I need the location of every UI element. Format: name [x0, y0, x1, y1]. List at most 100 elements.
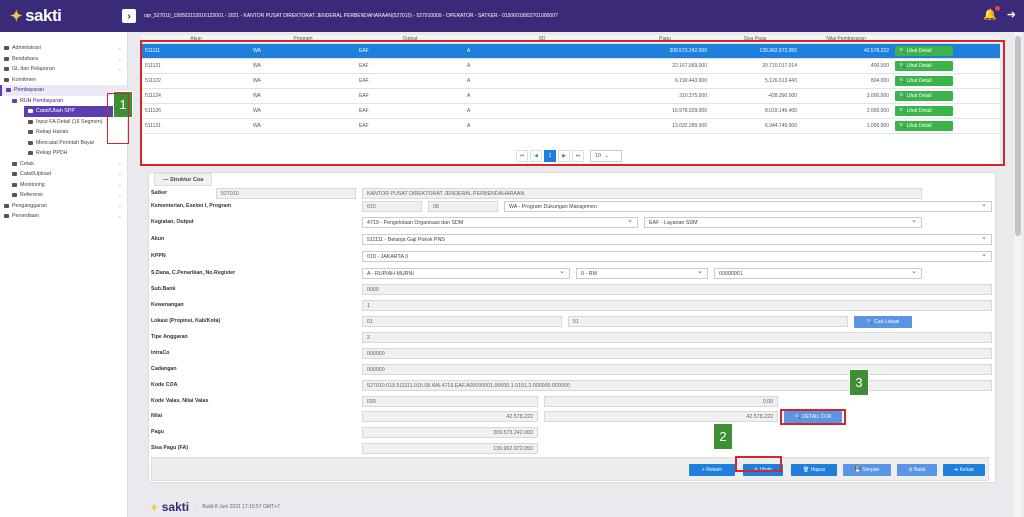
sisa-pagu-label: Sisa Pagu (FA) [151, 445, 189, 451]
bell-icon[interactable]: 🔔 [983, 6, 1000, 21]
rekam-button[interactable]: + Rekam [689, 464, 735, 476]
kegiatan-select[interactable]: 4719 - Pengelolaan Organisasi dan SDM [362, 217, 638, 228]
annotation-badge-2: 2 [713, 423, 733, 450]
search-icon: 🔍 [866, 319, 873, 325]
pagu-field[interactable]: 309.573.242.000 [362, 427, 538, 438]
subbank-field[interactable]: 0000 [362, 284, 992, 295]
footer-logo-text: sakti [161, 500, 190, 514]
vertical-scrollbar[interactable] [1014, 32, 1022, 517]
folder-icon [4, 77, 9, 82]
sidebar-item-cetak[interactable]: Cetak ⌄ [0, 159, 127, 170]
chevron-down-icon: ⌄ [117, 181, 122, 188]
cancel-icon: ⊘ [908, 467, 913, 473]
akun-row: Akun 511111 - Belanja Gaji Pokok PNS [149, 234, 997, 247]
annotation-frame-ubah [735, 456, 782, 472]
simpan-button[interactable]: 💾 Simpan [843, 464, 891, 476]
document-icon [28, 151, 33, 156]
cari-lokasi-button[interactable]: 🔍 Cari Lokasi [854, 316, 912, 328]
sidebar-item-rekap-ppdh[interactable]: Rekap PPDH [0, 148, 127, 159]
chevron-down-icon: ⌄ [117, 213, 122, 220]
annotation-frame-table [140, 40, 1005, 166]
cadangan-row: Cadangan 000000 [149, 364, 997, 377]
annotation-badge-3: 3 [849, 369, 869, 396]
intraco-field[interactable]: 000000 [362, 348, 992, 359]
satker-name-field[interactable]: KANTOR PUSAT DIREKTORAT JENDERAL PERBEND… [362, 188, 922, 199]
sidebar-item-label: Monitoring [20, 181, 45, 188]
nilai-field[interactable]: 42.578.222 [362, 411, 538, 422]
folder-icon [12, 172, 17, 177]
kegiatan-row: Kegiatan, Output 4719 - Pengelolaan Orga… [149, 217, 997, 230]
sidebar-item-gl-pelaporan[interactable]: GL dan Pelaporan ⌄ [0, 64, 127, 75]
tipe-row: Tipe Anggaran 2 [149, 332, 997, 345]
kode-valas-field[interactable]: IDR [362, 396, 538, 407]
folder-icon [4, 56, 9, 61]
kppn-row: KPPN 019 - JAKARTA II [149, 251, 997, 264]
kode-coa-field[interactable]: 527010.019.511111.015.08.WA.4719.EAF.A00… [362, 380, 992, 391]
no-register-select[interactable]: 00000001 [714, 268, 922, 279]
propinsi-field[interactable]: 01 [362, 316, 562, 327]
sidebar-item-bendahara[interactable]: Bendahara ⌄ [0, 54, 127, 65]
hapus-button[interactable]: 🗑 Hapus [791, 464, 837, 476]
kementerian-row: Kementerian, Eselon I, Program 015 08 WA… [149, 201, 997, 214]
satker-code-field[interactable]: 527010 [216, 188, 356, 199]
annotation-frame-detail-coa [780, 409, 846, 425]
kppn-select[interactable]: 019 - JAKARTA II [362, 251, 992, 262]
keluar-button[interactable]: ➜ Keluar [943, 464, 985, 476]
chevron-down-icon: ⌄ [117, 66, 122, 73]
sidebar-item-label: Input FA Detail (16 Segmen) [36, 118, 103, 125]
nilai-idr-field[interactable]: 42.578.222 [544, 411, 778, 422]
output-select[interactable]: EAF - Layanan SDM [644, 217, 922, 228]
footer-logo: ✦ sakti [150, 500, 189, 514]
subbank-label: Sub.Bank [151, 286, 176, 292]
kewenangan-row: Kewenangan 1 [149, 300, 997, 313]
chevron-down-icon: ⌄ [117, 160, 122, 167]
sidebar-item-label: Administrasi [12, 45, 41, 52]
program-select[interactable]: WA - Program Dukungan Manajemen [504, 201, 992, 212]
sidebar-item-penganggaran[interactable]: Penganggaran ⌄ [0, 201, 127, 212]
sisa-pagu-field[interactable]: 139.962.972.050 [362, 443, 538, 454]
batal-button[interactable]: ⊘ Batal [897, 464, 937, 476]
sidebar-item-administrasi[interactable]: Administrasi ⌄ [0, 43, 127, 54]
logout-icon[interactable]: ➜ [1007, 8, 1016, 21]
simpan-label: Simpan [862, 467, 880, 473]
nilai-valas-field[interactable]: 0,00 [544, 396, 778, 407]
folder-icon [12, 193, 17, 198]
chevron-down-icon: ⌄ [117, 192, 122, 199]
sidebar-item-label: Cetak [20, 160, 34, 167]
sidebar-item-label: Catat/Ubah SPP [36, 108, 75, 115]
keluar-label: Keluar [959, 467, 975, 473]
valas-row: Kode Valas, Nilai Valas IDR 0,00 [149, 396, 997, 409]
plus-icon: + [701, 467, 705, 473]
sidebar-item-komitmen[interactable]: Komitmen [0, 75, 127, 86]
tipe-anggaran-field[interactable]: 2 [362, 332, 992, 343]
sidebar-item-catat-upload[interactable]: Catat/Upload ⌄ [0, 169, 127, 180]
tipe-label: Tipe Anggaran [151, 334, 188, 340]
sidebar-item-label: Rekap PPDH [36, 150, 68, 157]
sakti-logo-icon: ✦ [150, 503, 159, 514]
sidebar-item-label: RUH Pembayaran [20, 97, 63, 104]
folder-icon [12, 161, 17, 166]
cadangan-field[interactable]: 000000 [362, 364, 992, 375]
sumber-dana-select[interactable]: A - RUPIAH MURNI [362, 268, 570, 279]
sidebar-item-label: Penganggaran [12, 202, 47, 209]
akun-label: Akun [151, 236, 165, 242]
akun-select[interactable]: 511111 - Belanja Gaji Pokok PNS [362, 234, 992, 245]
eselon-field[interactable]: 08 [428, 201, 498, 212]
footer: ✦ sakti | Build 8 Juni 2021 17:15:57 GMT… [150, 500, 280, 514]
satker-row: Satker 527010 KANTOR PUSAT DIREKTORAT JE… [149, 188, 997, 201]
folder-icon [12, 182, 17, 187]
cara-penarikan-select[interactable]: 0 - RM [576, 268, 708, 279]
kabkota-field[interactable]: 51 [568, 316, 848, 327]
app-logo[interactable]: ✦ sakti [0, 0, 108, 32]
kegiatan-label: Kegiatan, Output [151, 219, 194, 225]
scrollbar-thumb[interactable] [1015, 36, 1021, 236]
sidebar-toggle-button[interactable]: › [122, 9, 136, 23]
sidebar-item-catat-ubah-spp[interactable]: Catat/Ubah SPP [24, 106, 119, 117]
kewenangan-field[interactable]: 1 [362, 300, 992, 311]
sidebar-item-monitoring[interactable]: Monitoring ⌄ [0, 180, 127, 191]
sidebar-item-persediaan[interactable]: Persediaan ⌄ [0, 211, 127, 222]
sidebar-item-label: Mencatat Perintah Bayar [36, 139, 95, 146]
sidebar-item-referensi[interactable]: Referensi ⌄ [0, 190, 127, 201]
kewenangan-label: Kewenangan [151, 302, 184, 308]
kementerian-field[interactable]: 015 [362, 201, 422, 212]
